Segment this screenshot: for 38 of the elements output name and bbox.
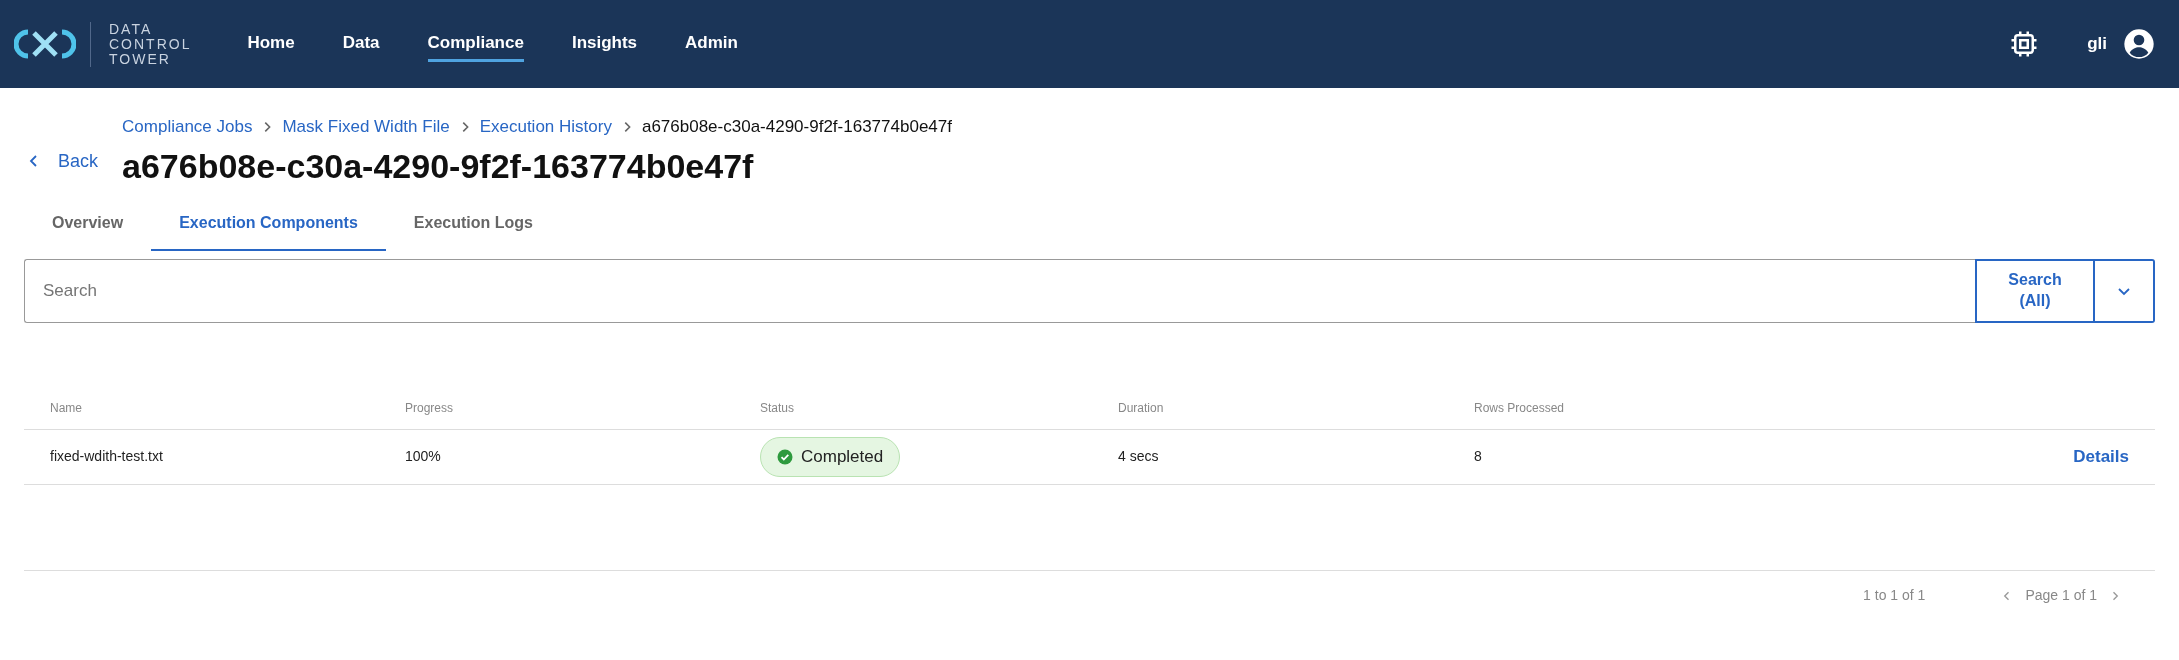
column-header: Duration [1118,399,1165,417]
column-header: Progress [405,399,455,417]
table-cell-text: 4 secs [1118,447,1160,467]
pagination-range: 1 to 1 of 1 [1863,585,1926,605]
breadcrumb-current: a676b08e-c30a-4290-9f2f-163774b0e47f [641,116,952,138]
nav-link[interactable]: Insights [571,25,638,63]
brand-text: DATA [109,21,154,37]
nav-link[interactable]: Admin [685,25,738,63]
user-name[interactable]: gli [2087,31,2107,57]
table-cell-text: 8 [1474,447,1482,467]
chip-icon[interactable] [2009,29,2040,59]
search-button[interactable]: Search (All) [1975,258,2095,323]
table-cell-text: fixed-wdith-test.txt [50,447,164,467]
dropdown-button[interactable] [2095,258,2155,323]
nav-link[interactable]: Data [342,25,380,63]
column-header: Rows Processed [1474,399,1566,417]
nav-link[interactable]: Compliance [427,25,524,63]
page-title: a676b08e-c30a-4290-9f2f-163774b0e47f [122,147,755,185]
tab[interactable]: Execution Logs [385,200,561,251]
breadcrumb-link[interactable]: Compliance Jobs [122,114,253,140]
back-link[interactable]: Back [26,147,99,175]
page-indicator: Page 1 of 1 [2025,585,2097,605]
breadcrumb-link[interactable]: Execution History [479,114,612,140]
tab[interactable]: Overview [24,200,152,251]
table-cell-text: 100% [405,447,442,467]
user-avatar-icon[interactable] [2123,28,2155,60]
column-header: Status [760,399,796,417]
check-circle-icon [777,448,793,465]
status-text: Completed [801,446,884,469]
search-field[interactable]: Search [24,258,1975,323]
details-link[interactable]: Details [2073,444,2129,470]
brand-text: TOWER [109,51,172,67]
logo-icon[interactable] [14,27,76,61]
nav-link[interactable]: Home [247,25,295,63]
breadcrumb-link[interactable]: Mask Fixed Width File [282,114,450,140]
brand-text: CONTROL [109,36,192,52]
tab[interactable]: Execution Components [151,200,386,251]
column-header: Name [50,399,83,417]
